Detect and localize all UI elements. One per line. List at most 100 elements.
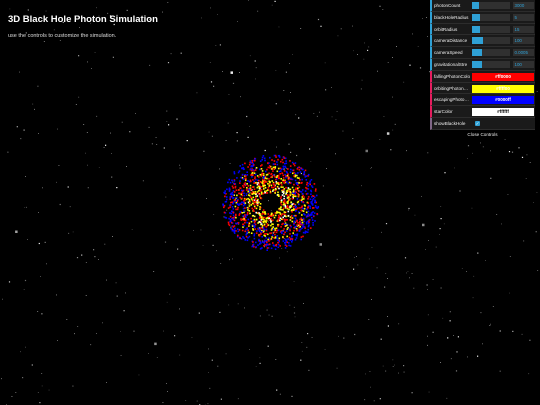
photon xyxy=(282,230,285,232)
photon xyxy=(253,210,255,212)
control-slider[interactable] xyxy=(472,49,510,57)
photon xyxy=(271,236,273,238)
photon xyxy=(252,186,254,188)
photon xyxy=(298,166,300,169)
photon xyxy=(265,229,268,232)
photon xyxy=(282,222,284,225)
photon xyxy=(313,212,316,214)
photon xyxy=(292,169,295,172)
photon xyxy=(258,179,260,182)
photon xyxy=(276,161,278,163)
color-swatch-input[interactable]: #ff0000 xyxy=(472,72,534,81)
photon xyxy=(254,177,256,180)
control-label: cameraDistance xyxy=(434,38,468,44)
photon xyxy=(245,235,248,238)
control-slider[interactable] xyxy=(472,37,510,45)
control-value-input[interactable]: 100 xyxy=(513,60,534,68)
photon xyxy=(237,234,239,237)
photon xyxy=(302,235,304,238)
photon xyxy=(253,218,256,221)
photon xyxy=(301,168,303,171)
photon xyxy=(283,182,286,184)
photon xyxy=(264,177,267,179)
photon xyxy=(228,190,231,192)
color-swatch-input[interactable]: #ffff00 xyxy=(472,84,534,93)
photon xyxy=(254,158,257,160)
photon xyxy=(297,211,300,213)
photon xyxy=(260,181,262,183)
photon xyxy=(269,167,271,169)
photon xyxy=(228,188,231,191)
photon xyxy=(223,191,225,194)
photon xyxy=(271,168,273,170)
photon xyxy=(283,195,286,198)
photon xyxy=(266,168,268,171)
color-swatch-input[interactable]: #0000ff xyxy=(472,96,534,105)
photon xyxy=(254,207,256,209)
photon xyxy=(276,235,279,237)
control-value-input[interactable]: 0.0005 xyxy=(513,49,534,57)
photon xyxy=(272,242,274,244)
photon xyxy=(244,214,246,216)
photon xyxy=(233,191,236,193)
photon xyxy=(297,195,300,197)
photon xyxy=(284,223,286,225)
photon xyxy=(283,218,286,221)
show-black-hole-checkbox[interactable]: ✓ xyxy=(475,120,480,126)
photon xyxy=(268,243,271,246)
photon xyxy=(250,232,253,234)
photon xyxy=(271,227,273,230)
photon xyxy=(295,214,297,217)
photon xyxy=(232,187,234,189)
control-slider[interactable] xyxy=(472,13,510,21)
photon xyxy=(278,214,280,217)
control-value-input[interactable]: 3000 xyxy=(513,2,534,9)
control-value-input[interactable]: 15 xyxy=(513,25,534,33)
control-value-input[interactable]: 100 xyxy=(513,37,534,45)
control-slider[interactable] xyxy=(472,25,510,33)
photon xyxy=(257,192,260,195)
photon xyxy=(253,215,256,218)
photon xyxy=(294,233,296,236)
photon xyxy=(289,229,291,232)
photon xyxy=(243,194,246,197)
photon xyxy=(261,170,264,172)
photon xyxy=(274,192,276,194)
photon xyxy=(288,208,290,211)
photon xyxy=(257,244,259,246)
photon xyxy=(228,178,231,181)
photon xyxy=(251,160,253,162)
color-swatch-input[interactable]: #ffffff xyxy=(472,108,534,117)
photon xyxy=(297,222,299,224)
photon xyxy=(284,225,287,227)
photon xyxy=(288,244,290,247)
color-row-fallingphotoncolo: fallingPhotonColo #ff0000 xyxy=(430,70,535,83)
photon xyxy=(255,167,258,169)
photon xyxy=(312,211,314,213)
photon xyxy=(284,199,286,201)
photon xyxy=(284,173,286,176)
photon xyxy=(248,235,251,238)
photon xyxy=(243,210,245,212)
close-controls-button[interactable]: Close Controls xyxy=(430,129,535,139)
photon xyxy=(250,220,253,223)
photon xyxy=(306,192,309,195)
photon xyxy=(303,226,306,228)
photon xyxy=(253,234,255,237)
control-slider[interactable] xyxy=(472,2,510,9)
photon xyxy=(245,234,247,236)
photon xyxy=(284,238,287,241)
photon xyxy=(232,214,235,217)
photon xyxy=(275,243,278,246)
photon xyxy=(297,200,300,203)
photon xyxy=(283,170,286,172)
photon xyxy=(302,223,305,226)
photon xyxy=(305,222,308,225)
control-value-input[interactable]: 5 xyxy=(513,13,534,21)
control-slider[interactable] xyxy=(472,60,510,68)
photon xyxy=(281,213,284,216)
photon xyxy=(289,219,292,221)
photon xyxy=(267,186,270,189)
photon xyxy=(238,229,241,231)
photon xyxy=(279,182,281,185)
